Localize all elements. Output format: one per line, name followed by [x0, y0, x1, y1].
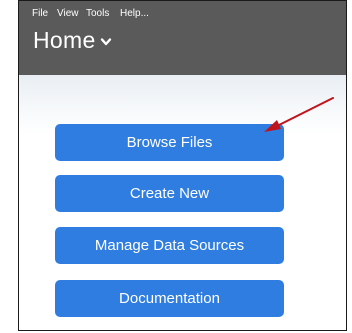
menu-help[interactable]: Help... — [120, 8, 149, 19]
chevron-down-icon — [100, 38, 111, 46]
browse-files-button[interactable]: Browse Files — [55, 124, 284, 161]
manage-data-sources-button[interactable]: Manage Data Sources — [55, 227, 284, 264]
menu-tools[interactable]: Tools — [86, 8, 120, 19]
documentation-button[interactable]: Documentation — [55, 280, 284, 317]
home-dropdown[interactable]: Home — [33, 27, 112, 54]
header-bar: File View Tools Help... Home — [19, 1, 346, 75]
menu-view[interactable]: View — [57, 8, 86, 19]
app-window: File View Tools Help... Home Browse File… — [18, 0, 347, 331]
menu-bar: File View Tools Help... — [32, 8, 149, 19]
page-title: Home — [33, 27, 96, 53]
menu-file[interactable]: File — [32, 8, 57, 19]
create-new-button[interactable]: Create New — [55, 175, 284, 212]
